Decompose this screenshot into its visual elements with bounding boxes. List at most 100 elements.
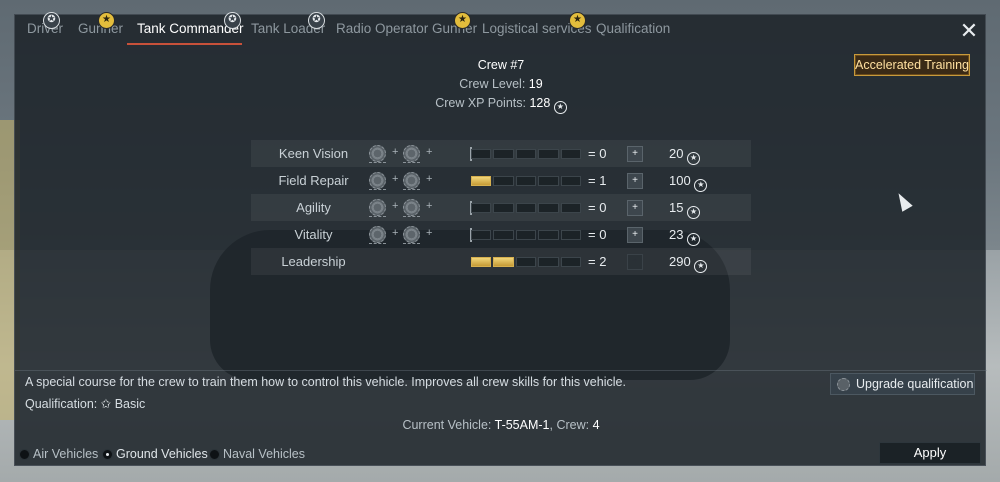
crew-level-label: Crew Level: [459, 77, 526, 91]
progress-segment [493, 230, 514, 240]
skill-progress-bar [471, 176, 582, 186]
skill-level: = 0 [588, 200, 607, 215]
radio-dot-icon [209, 449, 220, 460]
gear-icon [403, 172, 420, 189]
skill-name: Vitality [294, 227, 333, 242]
skill-name: Leadership [281, 254, 346, 269]
progress-segment [560, 176, 582, 186]
progress-segment [560, 230, 582, 240]
crew-xp-value: 128 [529, 96, 551, 110]
gear-underline [403, 162, 420, 164]
tab-gunner[interactable]: Gunner ★ [68, 12, 133, 45]
progress-segment [471, 203, 492, 213]
skill-progress-bar [471, 230, 582, 240]
upgrade-qualification-button[interactable]: Upgrade qualification [830, 373, 975, 395]
skill-progress-bar [471, 149, 582, 159]
gear-icon [403, 145, 420, 162]
tab-radio-operator-gunner[interactable]: Radio Operator Gunner ★ [326, 12, 487, 45]
increase-skill-button[interactable]: + [627, 173, 643, 189]
crew-badge-icon: ✪ [43, 12, 60, 29]
increase-skill-button[interactable]: + [627, 200, 643, 216]
crew-count-label: , Crew: [549, 418, 590, 432]
qualification-status: Qualification: ✩ Basic [25, 397, 145, 411]
skill-cost: 100 ★ [669, 167, 708, 194]
qualification-description: A special course for the crew to train t… [25, 375, 626, 389]
crew-xp-icon: ★ [687, 233, 701, 246]
skill-cost: 15 ★ [669, 194, 701, 221]
skill-progress-bar [471, 257, 582, 267]
gear-icon [369, 172, 386, 189]
qualification-value: Basic [114, 397, 146, 411]
radio-naval-vehicles[interactable]: Naval Vehicles [209, 446, 305, 462]
skill-cost-value: 290 [669, 254, 691, 269]
star-badge-icon: ★ [569, 12, 586, 29]
tab-tank-commander[interactable]: Tank Commander ✪ [127, 12, 254, 45]
plus-icon: + [392, 227, 399, 239]
crew-xp-icon: ★ [553, 101, 567, 114]
radio-air-vehicles[interactable]: Air Vehicles [19, 446, 98, 462]
radio-label: Air Vehicles [33, 447, 99, 461]
skill-name: Agility [296, 200, 331, 215]
crew-count-value: 4 [592, 418, 600, 432]
tab-logistical-services[interactable]: Logistical services ★ [472, 12, 602, 45]
skill-name: Field Repair [278, 173, 349, 188]
apply-button[interactable]: Apply [879, 442, 981, 464]
skill-level: = 1 [588, 173, 607, 188]
skill-row-leadership: Leadership = 2 + 290 ★ [251, 248, 751, 275]
crew-badge-icon: ✪ [308, 12, 325, 29]
gear-icon [369, 199, 386, 216]
current-vehicle-label: Current Vehicle: [402, 418, 492, 432]
crew-xp-icon: ★ [694, 260, 708, 273]
progress-segment [515, 176, 537, 186]
radio-label: Naval Vehicles [223, 447, 305, 461]
progress-segment [538, 230, 559, 240]
progress-segment [538, 257, 559, 267]
skill-cost: 290 ★ [669, 248, 708, 275]
skills-table: Keen Vision + + = 0 + 20 ★ Field Repair … [251, 140, 751, 275]
radio-ground-vehicles[interactable]: Ground Vehicles [102, 446, 208, 462]
progress-segment [560, 149, 582, 159]
skill-progress-bar [471, 203, 582, 213]
upgrade-qualification-label: Upgrade qualification [856, 377, 974, 391]
progress-segment [560, 257, 582, 267]
plus-icon: + [426, 146, 433, 158]
plus-icon: + [426, 227, 433, 239]
plus-icon: + [426, 173, 433, 185]
close-icon[interactable]: ✕ [959, 20, 979, 42]
progress-segment [493, 176, 514, 186]
gear-underline [369, 243, 386, 245]
tab-tank-loader[interactable]: Tank Loader ✪ [241, 12, 335, 45]
gear-icon [403, 199, 420, 216]
crew-xp-label: Crew XP Points: [435, 96, 526, 110]
skill-cost: 20 ★ [669, 140, 701, 167]
qualification-label: Qualification: [25, 397, 98, 411]
increase-skill-button[interactable]: + [627, 146, 643, 162]
progress-segment [471, 149, 492, 159]
plus-icon: + [426, 200, 433, 212]
progress-segment [493, 149, 514, 159]
progress-segment [515, 203, 537, 213]
increase-skill-button[interactable]: + [627, 227, 643, 243]
crew-xp: Crew XP Points: 128 ★ [15, 94, 987, 114]
current-vehicle: Current Vehicle: T-55AM-1, Crew: 4 [15, 418, 987, 432]
gear-icon [403, 226, 420, 243]
progress-segment [538, 203, 559, 213]
radio-dot-icon [102, 449, 113, 460]
tab-driver[interactable]: Driver ✪ [17, 12, 73, 45]
progress-segment [471, 257, 492, 267]
progress-segment [538, 149, 559, 159]
progress-segment [515, 230, 537, 240]
crew-xp-icon: ★ [694, 179, 708, 192]
progress-segment [560, 203, 582, 213]
skill-row-field-repair: Field Repair + + = 1 + 100 ★ [251, 167, 751, 194]
skill-level: = 0 [588, 146, 607, 161]
crew-xp-icon: ★ [687, 206, 701, 219]
progress-segment [538, 176, 559, 186]
crew-tabs: Driver ✪ Gunner ★ Tank Commander ✪ Tank … [15, 12, 987, 45]
tab-qualification[interactable]: Qualification [586, 21, 680, 45]
plus-icon: + [392, 200, 399, 212]
skill-cost: 23 ★ [669, 221, 701, 248]
active-tab-underline [127, 43, 242, 45]
current-vehicle-name: T-55AM-1 [494, 418, 550, 432]
radio-label: Ground Vehicles [116, 447, 208, 461]
